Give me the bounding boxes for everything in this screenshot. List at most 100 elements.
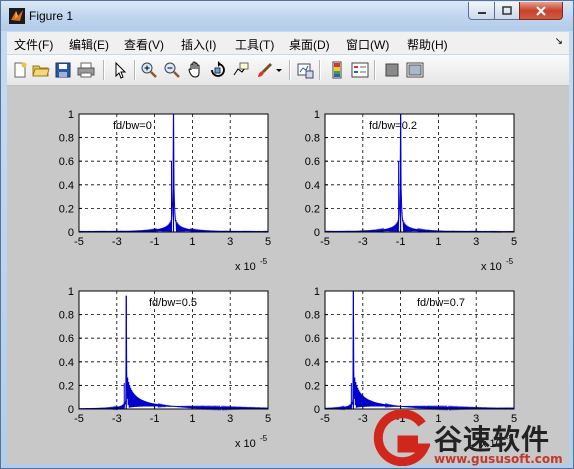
colorbar-icon[interactable]: [328, 61, 346, 79]
menu-bar: 文件(F) 编辑(E) 查看(V) 插入(I) 工具(T) 桌面(D) 窗口(W…: [7, 32, 569, 54]
x-tick-label: -3: [112, 413, 122, 425]
menu-view[interactable]: 查看(V): [124, 36, 164, 53]
y-tick-label: 0.8: [59, 133, 74, 145]
x-exponent-label: x 10: [235, 438, 256, 450]
y-tick-label: 0.6: [305, 333, 320, 345]
window-title: Figure 1: [29, 9, 74, 23]
x-tick-label: -3: [358, 413, 368, 425]
x-exponent-label: x 10: [481, 261, 502, 273]
y-tick-label: 0.2: [305, 203, 320, 215]
minimize-button[interactable]: [468, 2, 495, 20]
new-figure-icon[interactable]: [11, 61, 29, 79]
annotation-text: fd/bw=0.7: [417, 297, 465, 309]
watermark-logo-icon: [373, 410, 430, 466]
x-tick-label: -5: [320, 413, 330, 425]
y-tick-label: 0.6: [59, 333, 74, 345]
y-tick-label: 0.4: [59, 357, 74, 369]
close-button[interactable]: [519, 2, 563, 20]
y-tick-label: 0.2: [59, 380, 74, 392]
zoom-in-icon[interactable]: [140, 61, 158, 79]
toolbar-separator: [319, 60, 321, 80]
menu-window[interactable]: 窗口(W): [346, 36, 389, 53]
x-tick-label: 3: [227, 236, 233, 248]
open-file-icon[interactable]: [32, 61, 50, 79]
watermark-url: www.gususoft.com: [434, 452, 563, 466]
y-tick-label: 0: [68, 404, 74, 416]
y-tick-label: 1: [314, 286, 320, 298]
brush-icon[interactable]: [256, 61, 274, 79]
rotate-3d-icon[interactable]: [209, 61, 227, 79]
x-exponent-power: -5: [260, 434, 268, 443]
y-tick-label: 0.8: [59, 310, 74, 322]
show-plot-tools-icon[interactable]: [406, 61, 424, 79]
legend-icon[interactable]: [351, 61, 369, 79]
y-tick-label: 0.2: [59, 203, 74, 215]
zoom-out-icon[interactable]: [163, 61, 181, 79]
data-cursor-icon[interactable]: [232, 61, 250, 79]
y-tick-label: 0.4: [305, 357, 320, 369]
title-bar[interactable]: Figure 1: [1, 1, 573, 31]
subplot-2[interactable]: -5 -3 -1 1 3 5 0 0.2 0.4 0.6 0.8 1 x 10 -5 fd/bw=0.2: [305, 109, 517, 273]
pointer-icon[interactable]: [111, 61, 129, 79]
x-tick-label: 5: [265, 236, 271, 248]
x-tick-label: 1: [435, 236, 441, 248]
x-exponent-power: -5: [260, 257, 268, 266]
menu-tools[interactable]: 工具(T): [235, 36, 274, 53]
x-tick-label: -5: [320, 236, 330, 248]
matlab-logo-icon: [9, 8, 25, 24]
toolbar-separator: [374, 60, 376, 80]
y-tick-label: 0.4: [305, 180, 320, 192]
y-tick-label: 0: [314, 227, 320, 239]
print-icon[interactable]: [77, 61, 95, 79]
y-tick-label: 0.8: [305, 310, 320, 322]
subplot-3[interactable]: -5 -3 -1 1 3 5 0 0.2 0.4 0.6 0.8 1 x 10 -5 fd/bw=0.5: [59, 286, 271, 450]
menu-help[interactable]: 帮助(H): [407, 36, 448, 53]
figure-toolbar: [7, 55, 569, 86]
annotation-text: fd/bw=0.5: [149, 297, 197, 309]
x-exponent-label: x 10: [235, 261, 256, 273]
toolbar-separator: [103, 60, 105, 80]
y-tick-label: 1: [68, 109, 74, 121]
maximize-icon: [502, 6, 512, 15]
x-tick-label: 5: [265, 413, 271, 425]
y-tick-label: 1: [314, 109, 320, 121]
x-tick-label: -1: [150, 236, 160, 248]
y-tick-label: 0.6: [305, 156, 320, 168]
y-tick-label: 0: [314, 404, 320, 416]
y-tick-label: 1: [68, 286, 74, 298]
save-icon[interactable]: [54, 61, 72, 79]
menu-overflow-icon[interactable]: ↘: [555, 36, 563, 47]
menu-insert[interactable]: 插入(I): [181, 36, 216, 53]
x-tick-label: -3: [358, 236, 368, 248]
figure-window: Figure 1 文件(F) 编辑(E) 查看(V) 插入(I) 工具(T) 桌…: [0, 0, 574, 469]
x-tick-label: 1: [189, 413, 195, 425]
x-tick-label: 3: [473, 236, 479, 248]
maximize-button[interactable]: [494, 2, 520, 20]
link-plot-icon[interactable]: [296, 61, 314, 79]
hide-plot-tools-icon[interactable]: [383, 61, 401, 79]
x-tick-label: -5: [74, 413, 84, 425]
x-tick-label: -3: [112, 236, 122, 248]
minimize-icon: [477, 11, 486, 14]
x-tick-label: -5: [74, 236, 84, 248]
y-tick-label: 0.4: [59, 180, 74, 192]
watermark: 谷速软件 www.gususoft.com: [372, 408, 572, 468]
x-tick-label: -1: [396, 236, 406, 248]
menu-edit[interactable]: 编辑(E): [69, 36, 109, 53]
y-tick-label: 0: [68, 227, 74, 239]
brush-dropdown-icon[interactable]: [275, 61, 283, 79]
close-icon: [536, 5, 546, 16]
annotation-text: fd/bw=0.2: [369, 120, 417, 132]
pan-icon[interactable]: [186, 61, 204, 79]
menu-desktop[interactable]: 桌面(D): [289, 36, 330, 53]
x-tick-label: 5: [511, 236, 517, 248]
menu-file[interactable]: 文件(F): [14, 36, 53, 53]
toolbar-separator: [134, 60, 136, 80]
subplot-1[interactable]: -5 -3 -1 1 3 5 0 0.2 0.4 0.6 0.8 1 x 10 -5 fd/bw=0: [59, 109, 271, 273]
y-tick-label: 0.8: [305, 133, 320, 145]
y-tick-label: 0.6: [59, 156, 74, 168]
x-exponent-power: -5: [506, 257, 514, 266]
y-tick-label: 0.2: [305, 380, 320, 392]
axes-background: [325, 114, 514, 232]
x-tick-label: 3: [227, 413, 233, 425]
